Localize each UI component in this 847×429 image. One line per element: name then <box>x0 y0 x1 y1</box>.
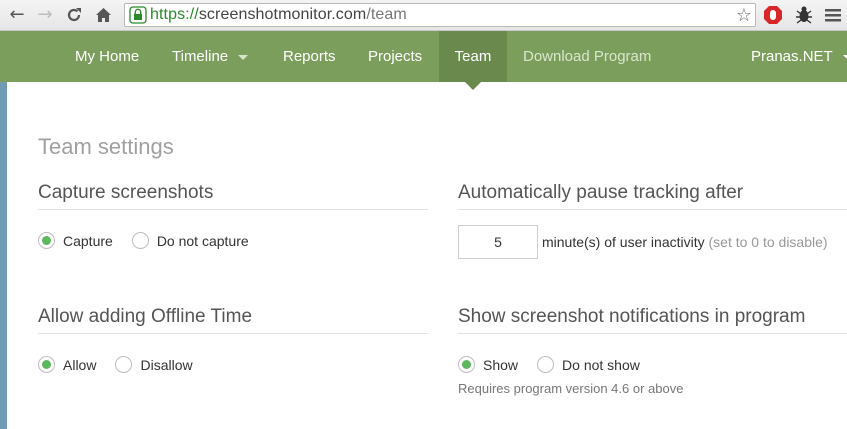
inactivity-minutes-input[interactable] <box>458 225 538 259</box>
nav-team[interactable]: Team <box>439 31 507 82</box>
home-icon[interactable] <box>92 4 114 26</box>
nav-reports[interactable]: Reports <box>283 31 336 82</box>
nav-projects[interactable]: Projects <box>368 31 422 82</box>
offline-section: Allow adding Offline Time Allow Disallow <box>38 306 428 373</box>
nav-timeline[interactable]: Timeline <box>172 31 249 82</box>
do-not-capture-label: Do not capture <box>156 232 249 249</box>
do-not-capture-option[interactable]: Do not capture <box>131 232 249 249</box>
page-title: Team settings <box>38 134 174 159</box>
url-path: /team <box>366 6 407 23</box>
nav-timeline-label: Timeline <box>172 48 229 65</box>
radio-checked-icon[interactable] <box>38 232 55 249</box>
nav-team-label: Team <box>454 48 492 65</box>
do-not-show-option[interactable]: Do not show <box>537 356 640 373</box>
capture-option-label: Capture <box>63 232 113 249</box>
back-arrow-icon[interactable]: ← <box>6 4 28 26</box>
show-option[interactable]: Show <box>458 356 518 373</box>
radio-unchecked-icon[interactable] <box>131 232 149 249</box>
url-host: screenshotmonitor.com <box>198 6 367 23</box>
pause-description: minute(s) of user inactivity (set to 0 t… <box>542 234 828 250</box>
bug-extension-icon[interactable] <box>793 4 815 26</box>
radio-checked-icon[interactable] <box>38 356 55 373</box>
radio-checked-icon[interactable] <box>458 356 475 373</box>
nav-projects-label: Projects <box>368 48 423 65</box>
capture-option[interactable]: Capture <box>38 232 113 249</box>
version-note: Requires program version 4.6 or above <box>458 381 684 396</box>
capture-section: Capture screenshots Capture Do not captu… <box>38 182 428 249</box>
chevron-down-icon <box>842 55 847 60</box>
radio-unchecked-icon[interactable] <box>537 356 555 373</box>
browser-toolbar: ← → https://screenshotmonitor.com/team ☆ <box>0 0 847 31</box>
address-bar[interactable]: https://screenshotmonitor.com/team ☆ <box>124 3 756 27</box>
do-not-show-label: Do not show <box>562 356 640 373</box>
nav-download-program[interactable]: Download Program <box>523 31 651 82</box>
show-label: Show <box>483 356 519 373</box>
offline-title: Allow adding Offline Time <box>38 306 428 334</box>
pause-row: minute(s) of user inactivity (set to 0 t… <box>458 225 847 259</box>
left-accent-bar <box>0 82 7 429</box>
offline-radio-group: Allow Disallow <box>38 356 428 373</box>
radio-unchecked-icon[interactable] <box>115 356 133 373</box>
chevron-down-icon <box>238 55 249 60</box>
url-scheme: https:// <box>150 6 199 23</box>
capture-title: Capture screenshots <box>38 182 428 210</box>
notifications-section: Show screenshot notifications in program… <box>458 306 847 396</box>
user-name: Pranas.NET <box>751 48 833 65</box>
pause-text: minute(s) of user inactivity <box>542 234 705 250</box>
allow-option[interactable]: Allow <box>38 356 96 373</box>
nav-my-home[interactable]: My Home <box>75 31 139 82</box>
disallow-label: Disallow <box>140 356 193 373</box>
capture-radio-group: Capture Do not capture <box>38 232 428 249</box>
bookmark-star-icon[interactable]: ☆ <box>736 5 752 26</box>
pause-title: Automatically pause tracking after <box>458 182 847 210</box>
pause-hint: (set to 0 to disable) <box>708 234 828 250</box>
disallow-option[interactable]: Disallow <box>115 356 193 373</box>
reload-icon[interactable] <box>63 4 85 26</box>
menu-icon[interactable] <box>822 4 844 26</box>
notifications-radio-group: Show Do not show <box>458 356 847 373</box>
allow-label: Allow <box>63 356 97 373</box>
forward-arrow-icon[interactable]: → <box>34 4 56 26</box>
notifications-title: Show screenshot notifications in program <box>458 306 847 334</box>
user-menu[interactable]: Pranas.NET <box>751 31 847 82</box>
nav-download-label: Download Program <box>523 48 652 65</box>
url-text: https://screenshotmonitor.com/team <box>150 6 407 24</box>
adblock-icon[interactable] <box>762 4 784 26</box>
nav-reports-label: Reports <box>283 48 336 65</box>
active-tab-pointer <box>465 82 481 90</box>
pause-section: Automatically pause tracking after minut… <box>458 182 847 259</box>
nav-my-home-label: My Home <box>75 48 140 65</box>
lock-icon <box>129 6 147 24</box>
site-navbar: My Home Timeline Reports Projects Team D… <box>0 31 847 82</box>
